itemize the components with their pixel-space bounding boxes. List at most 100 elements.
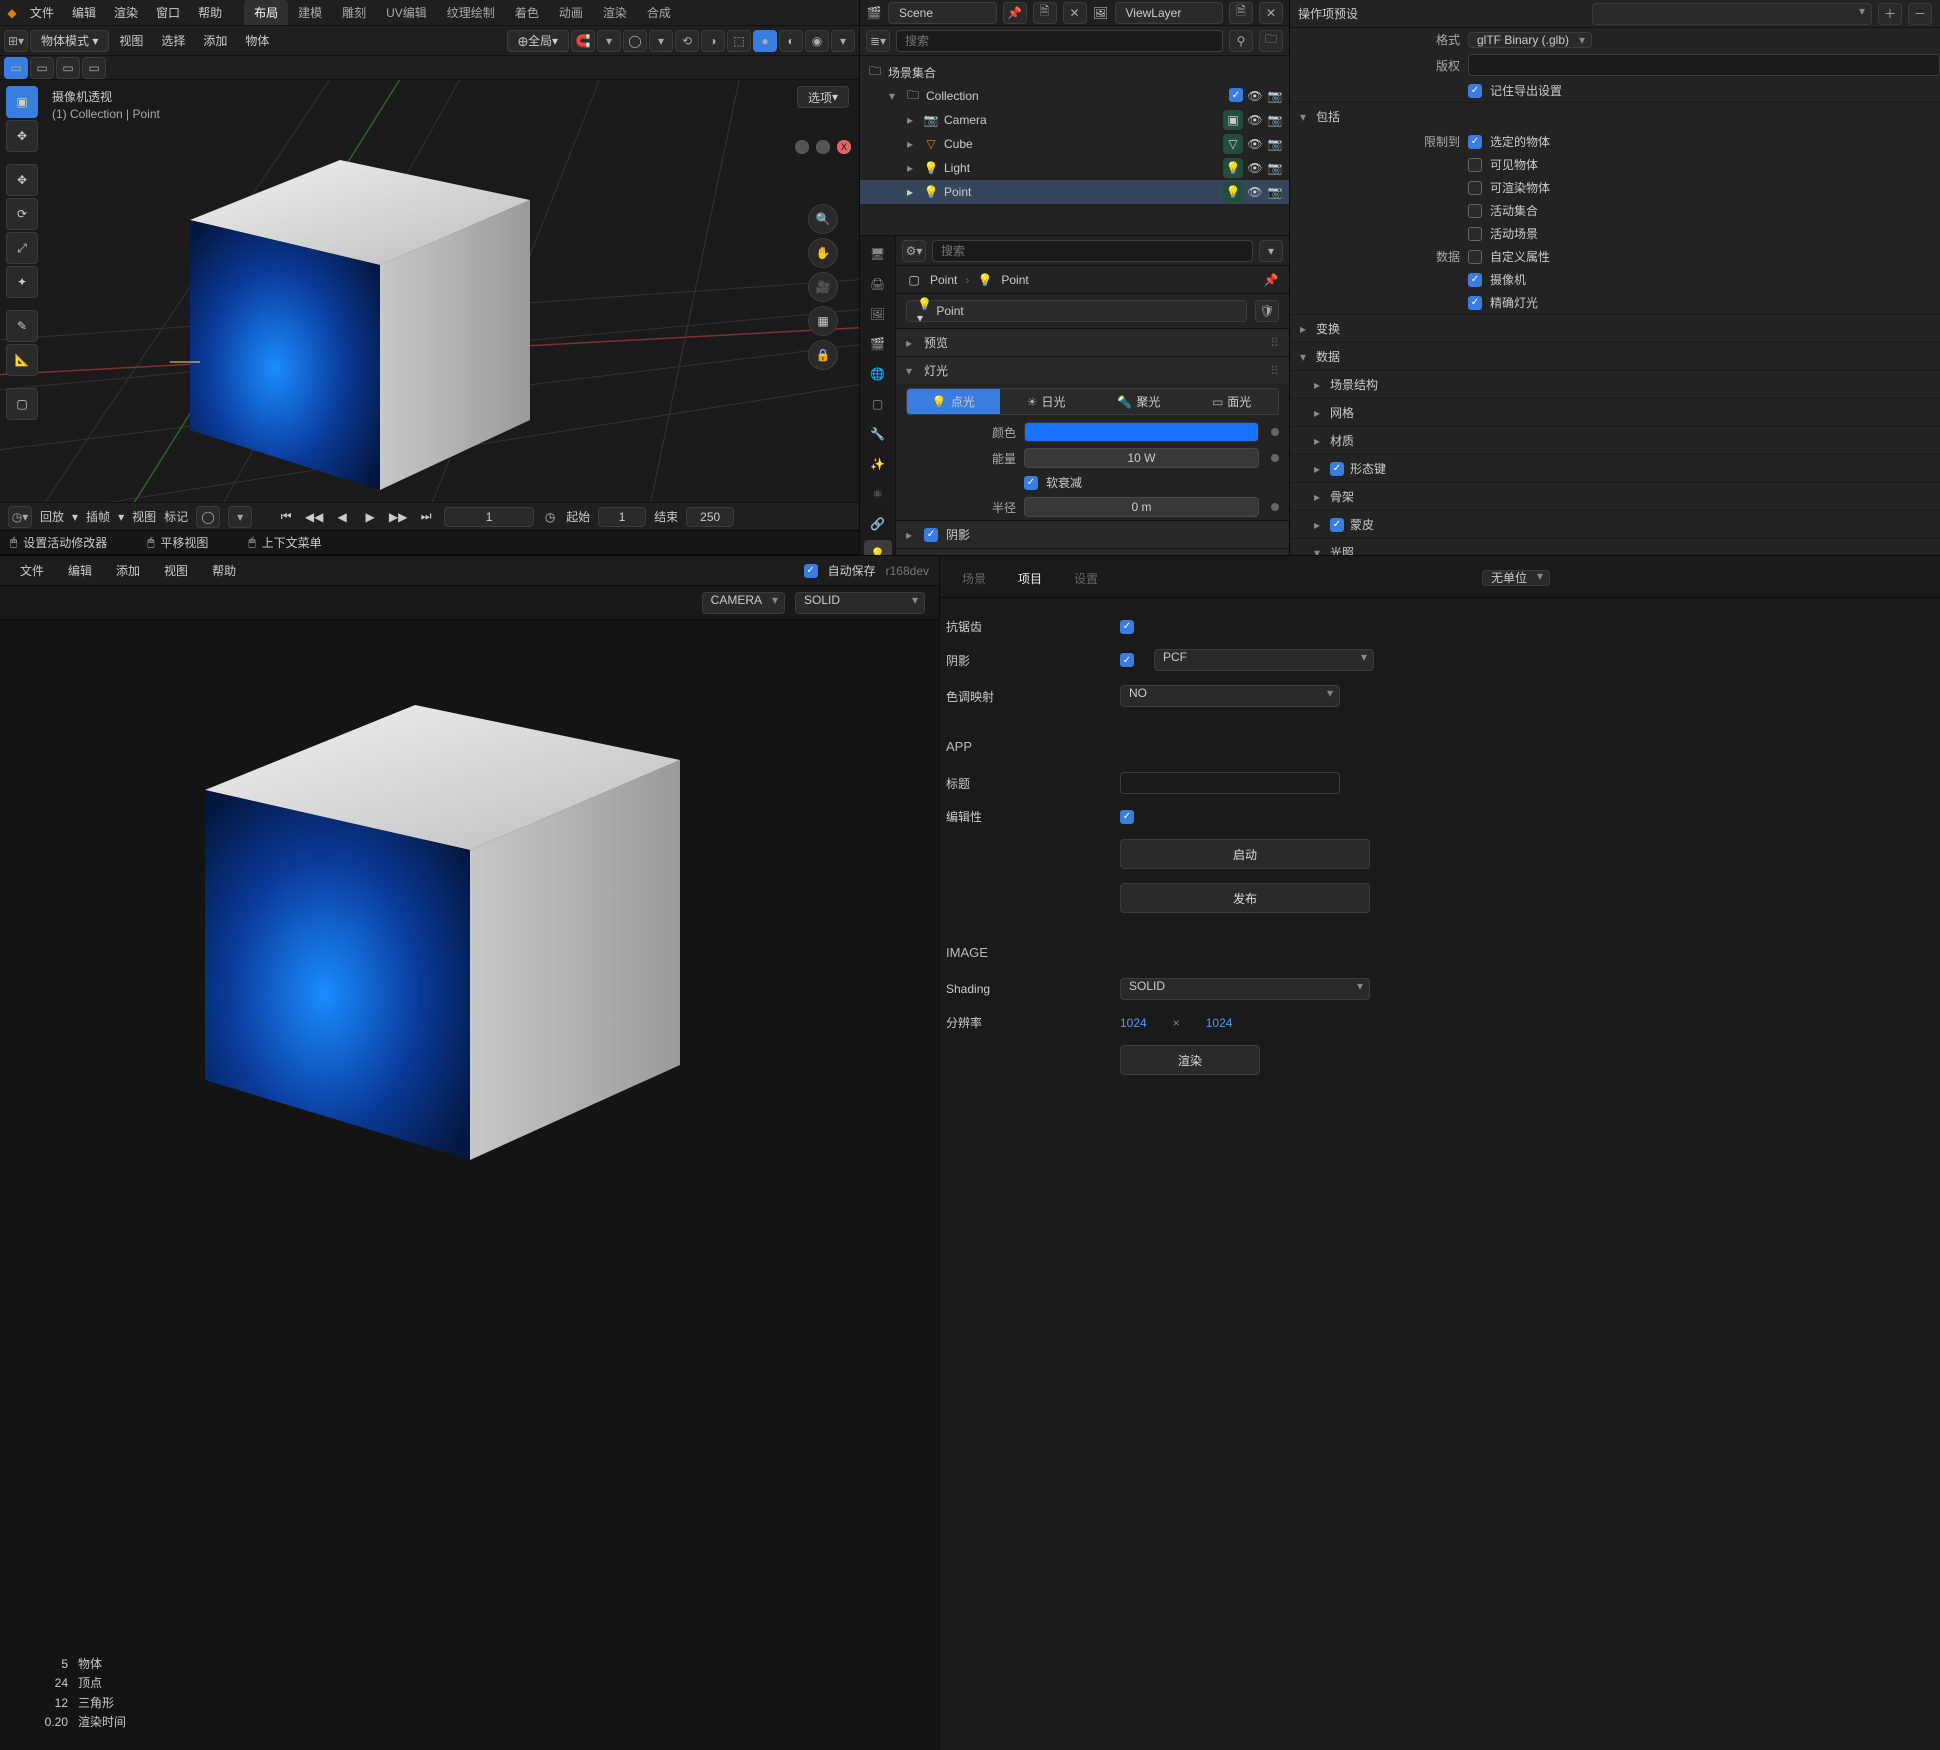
tree-scene-collection[interactable]: 🗀 场景集合 — [860, 60, 1289, 84]
menu-edit[interactable]: 编辑 — [64, 1, 104, 24]
tree-item-camera[interactable]: ▸ 📷 Camera ▣ 👁 📷 — [860, 108, 1289, 132]
editor-menu-file[interactable]: 文件 — [10, 558, 54, 583]
shadows-toggle[interactable] — [1120, 653, 1134, 667]
menu-file[interactable]: 文件 — [22, 1, 62, 24]
section-scene-graph[interactable]: ▸场景结构 — [1290, 370, 1940, 398]
props-options[interactable]: ▾ — [1259, 240, 1283, 262]
tonemap-select[interactable]: NO — [1120, 685, 1340, 707]
chevron-down-icon[interactable]: ▾ — [884, 88, 900, 104]
chevron-right-icon[interactable]: ▸ — [902, 136, 918, 152]
shadows-type-select[interactable]: PCF — [1154, 649, 1374, 671]
menu-help[interactable]: 帮助 — [190, 1, 230, 24]
chevron-right-icon[interactable]: ▸ — [902, 160, 918, 176]
timeline-playback[interactable]: 回放 — [40, 508, 64, 525]
limit-active-collection[interactable] — [1468, 204, 1482, 218]
tool-select-box[interactable]: ▣ — [6, 86, 38, 118]
panel-light[interactable]: ▾灯光 ⠿ — [896, 356, 1289, 384]
nav-lock[interactable]: 🔒 — [808, 340, 838, 370]
data-punctual-lights[interactable] — [1468, 296, 1482, 310]
timeline-view[interactable]: 视图 — [132, 508, 156, 525]
frame-end[interactable]: 250 — [686, 507, 734, 527]
shading-select[interactable]: SOLID — [795, 592, 925, 614]
skinning-toggle[interactable] — [1330, 518, 1344, 532]
chevron-right-icon[interactable]: ▸ — [902, 184, 918, 200]
eye-icon[interactable]: 👁 — [1247, 160, 1263, 176]
ptab-scene[interactable]: 🎬 — [864, 330, 892, 358]
section-shapekeys[interactable]: ▸形态键 — [1290, 454, 1940, 482]
autosave-toggle[interactable] — [804, 564, 818, 578]
scene-new[interactable]: 🗎 — [1033, 2, 1057, 24]
shading-solid[interactable]: ● — [753, 30, 777, 52]
scene-name[interactable]: Scene — [888, 2, 997, 24]
viewlayer-del[interactable]: ✕ — [1259, 2, 1283, 24]
workspace-modeling[interactable]: 建模 — [288, 0, 332, 25]
camera-select[interactable]: CAMERA — [702, 592, 785, 614]
limit-selected[interactable] — [1468, 135, 1482, 149]
editor-menu-edit[interactable]: 编辑 — [58, 558, 102, 583]
current-frame[interactable]: 1 — [444, 507, 534, 527]
section-include[interactable]: ▾包括 — [1290, 102, 1940, 130]
tool-annotate[interactable]: ✎ — [6, 310, 38, 342]
limit-active-scene[interactable] — [1468, 227, 1482, 241]
outliner-filter[interactable]: ⚲ — [1229, 30, 1253, 52]
tool-measure[interactable]: 📐 — [6, 344, 38, 376]
ptab-modifier[interactable]: 🔧 — [864, 420, 892, 448]
ptab-viewlayer[interactable]: 🖼 — [864, 300, 892, 328]
workspace-layout[interactable]: 布局 — [244, 0, 288, 25]
tool-add-cube[interactable]: ▢ — [6, 388, 38, 420]
section-material[interactable]: ▸材质 — [1290, 426, 1940, 454]
light-type-point[interactable]: 💡 点光 — [907, 389, 1000, 414]
ptab-render[interactable]: 🖥 — [864, 240, 892, 268]
format-select[interactable]: glTF Binary (.glb) — [1468, 32, 1592, 48]
link-icon[interactable] — [1271, 454, 1279, 462]
ptab-world[interactable]: 🌐 — [864, 360, 892, 388]
link-icon[interactable] — [1271, 503, 1279, 511]
light-radius[interactable]: 0 m — [1024, 497, 1259, 517]
ptab-constraints[interactable]: 🔗 — [864, 510, 892, 538]
camera-icon[interactable]: 📷 — [1267, 112, 1283, 128]
limit-renderable[interactable] — [1468, 181, 1482, 195]
jump-end[interactable]: ⏭ — [416, 507, 436, 527]
scene-del[interactable]: ✕ — [1063, 2, 1087, 24]
autokey-toggle[interactable]: ◯ — [196, 506, 220, 528]
camera-icon[interactable]: 📷 — [1267, 184, 1283, 200]
data-cameras[interactable] — [1468, 273, 1482, 287]
overlays-toggle[interactable]: ◑ — [701, 30, 725, 52]
tool-cursor[interactable]: ✥ — [6, 120, 38, 152]
copyright-input[interactable] — [1468, 54, 1940, 76]
menu-render[interactable]: 渲染 — [106, 1, 146, 24]
workspace-sculpt[interactable]: 雕刻 — [332, 0, 376, 25]
light-datablock[interactable]: 💡▾ Point — [906, 300, 1247, 322]
timeline-editor-type[interactable]: ◷▾ — [8, 506, 32, 528]
section-transform[interactable]: ▸变换 — [1290, 314, 1940, 342]
editor-menu-add[interactable]: 添加 — [106, 558, 150, 583]
hdr-add[interactable]: 添加 — [195, 29, 235, 52]
tree-item-cube[interactable]: ▸ ▽ Cube ▽ 👁 📷 — [860, 132, 1289, 156]
antialias-toggle[interactable] — [1120, 620, 1134, 634]
timeline-marker[interactable]: 标记 — [164, 508, 188, 525]
shading-options[interactable]: ▾ — [831, 30, 855, 52]
workspace-texpaint[interactable]: 纹理绘制 — [437, 0, 505, 25]
editor-menu-view[interactable]: 视图 — [154, 558, 198, 583]
mode-dropdown[interactable]: 物体模式 ▾ — [30, 30, 109, 52]
lighting-mode-select[interactable]: 无单位 — [1482, 570, 1550, 586]
select-mode-1[interactable]: ▭ — [4, 57, 28, 79]
hdr-object[interactable]: 物体 — [237, 29, 277, 52]
select-mode-3[interactable]: ▭ — [56, 57, 80, 79]
prev-key[interactable]: ◀◀ — [304, 507, 324, 527]
light-data-icon[interactable]: 💡 — [1223, 182, 1243, 202]
snap-options[interactable]: ▾ — [597, 30, 621, 52]
nav-camera[interactable]: 🎥 — [808, 272, 838, 302]
eye-icon[interactable]: 👁 — [1247, 112, 1263, 128]
hdr-view[interactable]: 视图 — [111, 29, 151, 52]
tool-rotate[interactable]: ⟳ — [6, 198, 38, 230]
nav-pan[interactable]: ✋ — [808, 238, 838, 268]
autokey-options[interactable]: ▾ — [228, 506, 252, 528]
image-shading-select[interactable]: SOLID — [1120, 978, 1370, 1000]
tree-item-light[interactable]: ▸ 💡 Light 💡 👁 📷 — [860, 156, 1289, 180]
outliner-mode[interactable]: ≣▾ — [866, 30, 890, 52]
camera-icon[interactable]: 📷 — [1267, 88, 1283, 104]
next-key[interactable]: ▶▶ — [388, 507, 408, 527]
nav-persp[interactable]: ▦ — [808, 306, 838, 336]
timeline-keying[interactable]: 插帧 — [86, 508, 110, 525]
